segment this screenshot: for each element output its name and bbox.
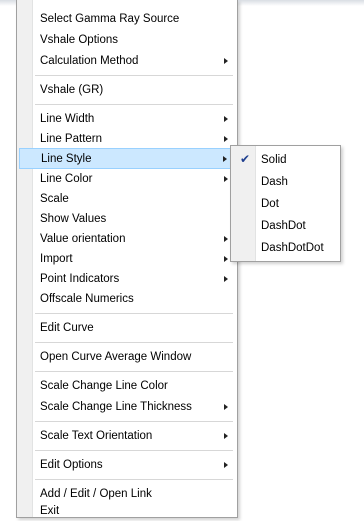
submenu-item-dashdot[interactable]: DashDot: [233, 215, 338, 236]
menu-item-edit-curve[interactable]: Edit Curve: [19, 317, 235, 338]
menu-separator: [35, 104, 233, 105]
submenu-arrow-icon: [224, 175, 228, 182]
submenu-arrow-icon: [224, 403, 228, 410]
menu-item-scale-text-orientation[interactable]: Scale Text Orientation: [19, 425, 235, 446]
menu-item-line-style[interactable]: Line Style: [19, 148, 235, 169]
menu-item-scale-change-line-color[interactable]: Scale Change Line Color: [19, 375, 235, 396]
submenu-item-label: Dash: [261, 175, 288, 188]
menu-item-offscale-numerics[interactable]: Offscale Numerics: [19, 288, 235, 309]
submenu-arrow-icon: [224, 432, 228, 439]
menu-item-vshale-gr[interactable]: Vshale (GR): [19, 79, 235, 100]
submenu-arrow-icon: [224, 255, 228, 262]
menu-item-vshale-options[interactable]: Vshale Options: [19, 29, 235, 50]
menu-item-label: Add / Edit / Open Link: [40, 487, 152, 500]
menu-item-line-width[interactable]: Line Width: [19, 108, 235, 129]
menu-item-label: Scale Change Line Thickness: [40, 400, 192, 413]
submenu-arrow-icon: [224, 57, 228, 64]
menu-item-label: Show Values: [40, 212, 107, 225]
menu-item-label: Scale: [40, 192, 69, 205]
menu-item-label: Line Pattern: [40, 132, 103, 145]
menu-item-label: Open Curve Average Window: [40, 350, 192, 363]
menu-item-label: Line Color: [40, 172, 93, 185]
submenu-arrow-icon: [224, 461, 228, 468]
menu-separator: [35, 371, 233, 372]
submenu-item-label: DashDotDot: [261, 241, 324, 254]
menu-item-point-indicators[interactable]: Point Indicators: [19, 268, 235, 289]
menu-item-edit-options[interactable]: Edit Options: [19, 454, 235, 475]
menu-item-open-curve-average-window[interactable]: Open Curve Average Window: [19, 346, 235, 367]
menu-item-label: Scale Change Line Color: [40, 379, 168, 392]
menu-item-label: Value orientation: [40, 232, 126, 245]
menu-item-select-gamma-ray-source[interactable]: Select Gamma Ray Source: [19, 8, 235, 29]
submenu-item-dot[interactable]: Dot: [233, 193, 338, 214]
submenu-arrow-icon: [223, 155, 227, 162]
menu-item-label: Vshale Options: [40, 33, 118, 46]
menu-separator: [35, 450, 233, 451]
menu-item-scale-change-line-thickness[interactable]: Scale Change Line Thickness: [19, 396, 235, 417]
submenu-arrow-icon: [224, 115, 228, 122]
menu-item-label: Calculation Method: [40, 54, 139, 67]
menu-separator: [35, 479, 233, 480]
menu-separator: [35, 313, 233, 314]
submenu-item-label: Solid: [261, 153, 287, 166]
menu-item-label: Exit: [40, 504, 60, 517]
menu-item-label: Line Width: [40, 112, 95, 125]
menu-separator: [35, 342, 233, 343]
submenu-item-dashdotdot[interactable]: DashDotDot: [233, 237, 338, 258]
menu-item-scale[interactable]: Scale: [19, 188, 235, 209]
submenu-arrow-icon: [224, 135, 228, 142]
line-style-submenu: ✔ Solid Dash Dot DashDot DashDotDot: [230, 145, 341, 262]
menu-item-label: Scale Text Orientation: [40, 429, 153, 442]
menu-item-label: Vshale (GR): [40, 83, 104, 96]
menu-item-show-values[interactable]: Show Values: [19, 208, 235, 229]
menu-item-label: Edit Options: [40, 458, 103, 471]
menu-item-value-orientation[interactable]: Value orientation: [19, 228, 235, 249]
context-menu: Select Gamma Ray Source Vshale Options C…: [16, 0, 238, 518]
menu-item-label: Point Indicators: [40, 272, 120, 285]
submenu-item-solid[interactable]: ✔ Solid: [233, 149, 338, 170]
menu-item-label: Line Style: [41, 152, 92, 165]
submenu-arrow-icon: [224, 275, 228, 282]
menu-item-label: Edit Curve: [40, 321, 94, 334]
menu-separator: [35, 75, 233, 76]
menu-item-calculation-method[interactable]: Calculation Method: [19, 50, 235, 71]
menu-item-label: Offscale Numerics: [40, 292, 134, 305]
menu-item-label: Import: [40, 252, 73, 265]
checkmark-icon: ✔: [240, 152, 251, 166]
menu-item-label: Select Gamma Ray Source: [40, 12, 180, 25]
submenu-item-dash[interactable]: Dash: [233, 171, 338, 192]
menu-item-line-color[interactable]: Line Color: [19, 168, 235, 189]
submenu-arrow-icon: [224, 235, 228, 242]
menu-item-line-pattern[interactable]: Line Pattern: [19, 128, 235, 149]
submenu-item-label: DashDot: [261, 219, 306, 232]
menu-item-import[interactable]: Import: [19, 248, 235, 269]
submenu-item-label: Dot: [261, 197, 279, 210]
menu-separator: [35, 421, 233, 422]
